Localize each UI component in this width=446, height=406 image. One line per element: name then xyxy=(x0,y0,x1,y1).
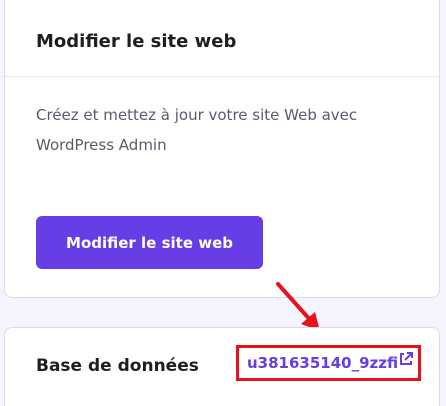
external-link-icon[interactable] xyxy=(398,351,414,367)
database-label: Base de données xyxy=(36,356,199,376)
database-card: Base de données u381635140_9zzfi xyxy=(4,327,440,406)
edit-website-description: Créez et mettez à jour votre site Web av… xyxy=(36,106,358,154)
database-name-link[interactable]: u381635140_9zzfi xyxy=(247,354,398,372)
edit-website-title: Modifier le site web xyxy=(5,0,439,77)
page: Modifier le site web Créez et mettez à j… xyxy=(0,0,446,406)
database-highlight-box: u381635140_9zzfi xyxy=(236,345,421,381)
edit-website-button[interactable]: Modifier le site web xyxy=(36,216,263,269)
edit-website-card: Modifier le site web Créez et mettez à j… xyxy=(4,0,440,298)
